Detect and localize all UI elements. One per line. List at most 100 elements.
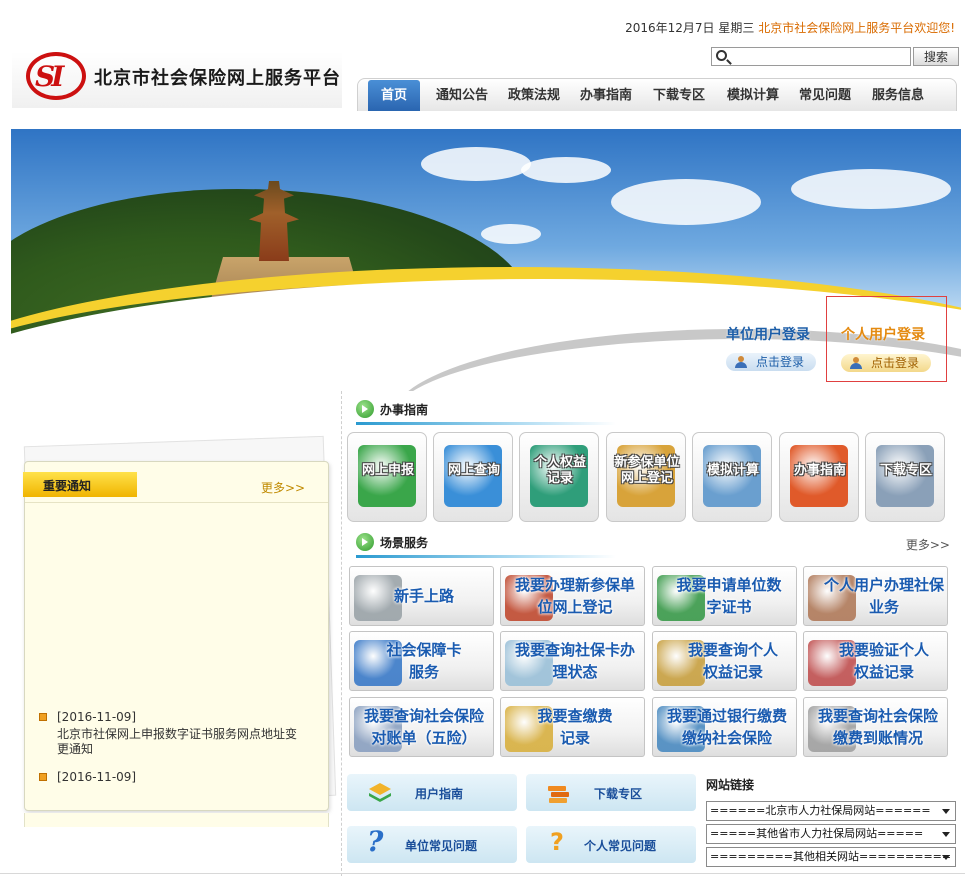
- nav-tab-home[interactable]: 首页: [368, 80, 420, 111]
- arrow-circle-icon: [356, 400, 374, 418]
- section-underline: [356, 422, 616, 425]
- unit-login-button-label: 点击登录: [756, 355, 805, 369]
- notice-item[interactable]: [2016-11-09] 北京市社保网上申报数字证书服务网点地址变更通知: [39, 710, 319, 756]
- notice-title: 重要通知: [43, 479, 92, 493]
- scene-card-label: 社会保障卡服务: [386, 641, 462, 681]
- scene-card-verify-records[interactable]: 我要验证个人权益记录: [803, 631, 948, 691]
- scene-card-label: 我要查缴费记录: [537, 707, 613, 747]
- scene-card-payment-arrival[interactable]: 我要查询社会保险缴费到账情况: [803, 697, 948, 757]
- nav-tab-policies[interactable]: 政策法规: [502, 80, 566, 111]
- arrow-circle-icon: [356, 533, 374, 551]
- bullet-icon: [39, 773, 47, 781]
- personal-faq-label: 个人常见问题: [584, 839, 657, 853]
- scene-card-bank-payment[interactable]: 我要通过银行缴费缴纳社会保险: [652, 697, 797, 757]
- site-title: 北京市社会保险网上服务平台: [94, 68, 341, 89]
- guide-tile-personal-records[interactable]: 个人权益记录: [519, 432, 599, 522]
- nav-tab-notices[interactable]: 通知公告: [430, 80, 494, 111]
- guide-section-header: 办事指南: [356, 397, 956, 425]
- user-icon: [849, 357, 863, 369]
- scene-card-label: 我要办理新参保单位网上登记: [514, 576, 635, 616]
- guide-tile-label: 下载专区: [879, 463, 932, 478]
- notice-text[interactable]: 北京市社保网上申报数字证书服务网点地址变更通知: [57, 727, 307, 757]
- current-date: 2016年12月7日 星期三: [625, 21, 755, 35]
- unit-faq-label: 单位常见问题: [405, 839, 478, 853]
- guide-tile-online-query[interactable]: 网上查询: [433, 432, 513, 522]
- personal-login: 个人用户登录 点击登录: [826, 296, 947, 382]
- guide-tile-simulator[interactable]: 模拟计算: [692, 432, 772, 522]
- scene-card-label: 新手上路: [393, 587, 454, 605]
- banner-cloud: [481, 224, 541, 244]
- section-underline: [356, 555, 616, 558]
- banner-cloud: [791, 169, 951, 209]
- scene-card-unit-certificate[interactable]: 我要申请单位数字证书: [652, 566, 797, 626]
- nav-tab-service-info[interactable]: 服务信息: [866, 80, 930, 111]
- guide-tile-guide[interactable]: 办事指南: [779, 432, 859, 522]
- scene-card-new-unit-register[interactable]: 我要办理新参保单位网上登记: [500, 566, 645, 626]
- users-icon: [734, 356, 748, 368]
- guide-tile-online-declare[interactable]: 网上申报: [347, 432, 427, 522]
- personal-faq-button[interactable]: ? 个人常见问题: [526, 826, 696, 863]
- scene-card-card-status[interactable]: 我要查询社保卡办理状态: [500, 631, 645, 691]
- notice-divider: [25, 502, 328, 503]
- scene-card-social-card[interactable]: 社会保障卡服务: [349, 631, 494, 691]
- select-other-provinces[interactable]: =====其他省市人力社保局网站=====: [706, 824, 956, 844]
- search-icon: [716, 50, 727, 61]
- select-value: =========其他相关网站==========: [710, 850, 952, 863]
- guide-tile-downloads[interactable]: 下载专区: [865, 432, 945, 522]
- bullet-icon: [39, 713, 47, 721]
- user-guide-button[interactable]: 用户指南: [347, 774, 517, 811]
- select-beijing-hrss[interactable]: ======北京市人力社保局网站======: [706, 801, 956, 821]
- guide-section-title: 办事指南: [380, 403, 429, 417]
- unit-login-title: 单位用户登录: [726, 327, 810, 343]
- scene-card-newcomer[interactable]: 新手上路: [349, 566, 494, 626]
- page-bottom-line: [0, 873, 965, 874]
- notice-item[interactable]: [2016-11-09]: [39, 770, 319, 790]
- notice-more-link[interactable]: 更多>>: [261, 479, 305, 496]
- nav-tab-calculator[interactable]: 模拟计算: [721, 80, 785, 111]
- scene-card-query-records[interactable]: 我要查询个人权益记录: [652, 631, 797, 691]
- scene-more-link[interactable]: 更多>>: [906, 536, 950, 553]
- books-icon: [548, 786, 569, 803]
- scene-card-label: 我要查询社保卡办理状态: [514, 641, 635, 681]
- header: 2016年12月7日 星期三 北京市社会保险网上服务平台欢迎您! SI 北京市社…: [0, 0, 965, 112]
- guide-tile-label: 个人权益记录: [533, 455, 586, 486]
- unit-login: 单位用户登录 点击登录: [712, 322, 820, 374]
- si-logo-icon: SI: [26, 52, 86, 100]
- scene-card-label: 我要验证个人权益记录: [838, 641, 929, 681]
- personal-login-button-label: 点击登录: [871, 356, 920, 370]
- scene-card-statement[interactable]: 我要查询社会保险对账单（五险）: [349, 697, 494, 757]
- scene-card-payment-records[interactable]: 我要查缴费记录: [500, 697, 645, 757]
- select-value: ======北京市人力社保局网站======: [710, 804, 931, 817]
- scene-card-label: 我要查询社会保险对账单（五险）: [363, 707, 484, 747]
- guide-tile-label: 新参保单位网上登记: [614, 455, 680, 486]
- notice-date: [2016-11-09]: [57, 770, 137, 784]
- main-nav: 首页 通知公告 政策法规 办事指南 下载专区 模拟计算 常见问题 服务信息: [357, 78, 957, 111]
- unit-login-button[interactable]: 点击登录: [726, 353, 816, 371]
- select-value: =====其他省市人力社保局网站=====: [710, 827, 924, 840]
- unit-faq-button[interactable]: ? 单位常见问题: [347, 826, 517, 863]
- personal-login-button[interactable]: 点击登录: [841, 354, 931, 372]
- guide-tile-new-unit-register[interactable]: 新参保单位网上登记: [606, 432, 686, 522]
- question-icon: ?: [550, 828, 564, 856]
- chevron-down-icon: [942, 809, 950, 814]
- site-logo[interactable]: SI 北京市社会保险网上服务平台: [12, 52, 342, 108]
- personal-login-title: 个人用户登录: [841, 327, 925, 343]
- si-logo-letters: SI: [35, 60, 64, 93]
- select-other-sites[interactable]: =========其他相关网站==========: [706, 847, 956, 867]
- nav-tab-faq[interactable]: 常见问题: [793, 80, 857, 111]
- search-box: [711, 47, 911, 66]
- nav-tab-guide[interactable]: 办事指南: [574, 80, 638, 111]
- date-welcome-line: 2016年12月7日 星期三 北京市社会保险网上服务平台欢迎您!: [625, 19, 955, 36]
- scene-card-label: 我要查询个人权益记录: [687, 641, 778, 681]
- scene-card-label: 我要通过银行缴费缴纳社会保险: [666, 707, 787, 747]
- search-button[interactable]: 搜索: [913, 47, 959, 66]
- download-area-button[interactable]: 下载专区: [526, 774, 696, 811]
- nav-tab-downloads[interactable]: 下载专区: [647, 80, 711, 111]
- guide-tile-label: 办事指南: [793, 463, 846, 478]
- search-input[interactable]: [732, 49, 907, 64]
- user-guide-label: 用户指南: [415, 787, 464, 801]
- welcome-text: 北京市社会保险网上服务平台欢迎您!: [758, 21, 955, 35]
- banner-cloud: [611, 179, 761, 225]
- scene-card-personal-business[interactable]: 个人用户办理社保业务: [803, 566, 948, 626]
- left-column: 重要通知 更多>> [2016-11-09] 北京市社保网上申报数字证书服务网点…: [0, 391, 342, 876]
